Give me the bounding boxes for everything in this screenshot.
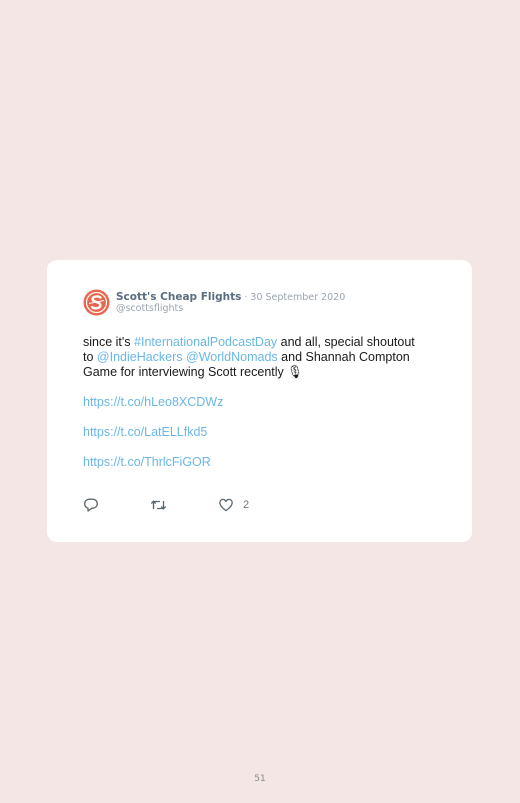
url-link[interactable]: https://t.co/LatELLfkd5 [83,425,453,440]
url-link[interactable]: https://t.co/ThrlcFiGOR [83,455,453,470]
tweet-actions: 2 [83,497,383,513]
tweet-line: Game for interviewing Scott recently 🎙 [83,365,304,379]
tweet-card: Scott's Cheap Flights · 30 September 202… [47,260,472,542]
reply-button[interactable] [83,497,99,513]
text-segment: and all, special shoutout [277,335,415,349]
retweet-button[interactable] [150,497,167,513]
like-button[interactable]: 2 [218,497,249,513]
author-name[interactable]: Scott's Cheap Flights [116,291,241,303]
avatar[interactable] [83,289,110,316]
text-segment: and Shannah Compton [277,350,410,364]
scotts-cheap-flights-logo-icon [83,289,110,316]
retweet-icon [150,500,167,510]
mention-link[interactable]: @WorldNomads [186,350,278,364]
tweet-date[interactable]: 30 September 2020 [250,292,345,303]
text-segment: since it's [83,335,135,349]
like-count: 2 [243,499,250,511]
text-segment: to [83,350,97,364]
url-link[interactable]: https://t.co/hLeo8XCDWz [83,395,453,410]
mention-link[interactable]: @IndieHackers [97,350,183,364]
hashtag-link[interactable]: #InternationalPodcastDay [134,335,277,349]
heart-icon [219,498,233,512]
author-handle[interactable]: @scottsflights [116,303,183,315]
tweet-line: to @IndieHackers @WorldNomads and Shanna… [83,350,453,365]
tweet-line: since it's #InternationalPodcastDay and … [83,335,453,350]
tweet-text: since it's #InternationalPodcastDay and … [83,335,453,470]
reply-icon [84,498,98,512]
page-number: 51 [254,774,266,784]
